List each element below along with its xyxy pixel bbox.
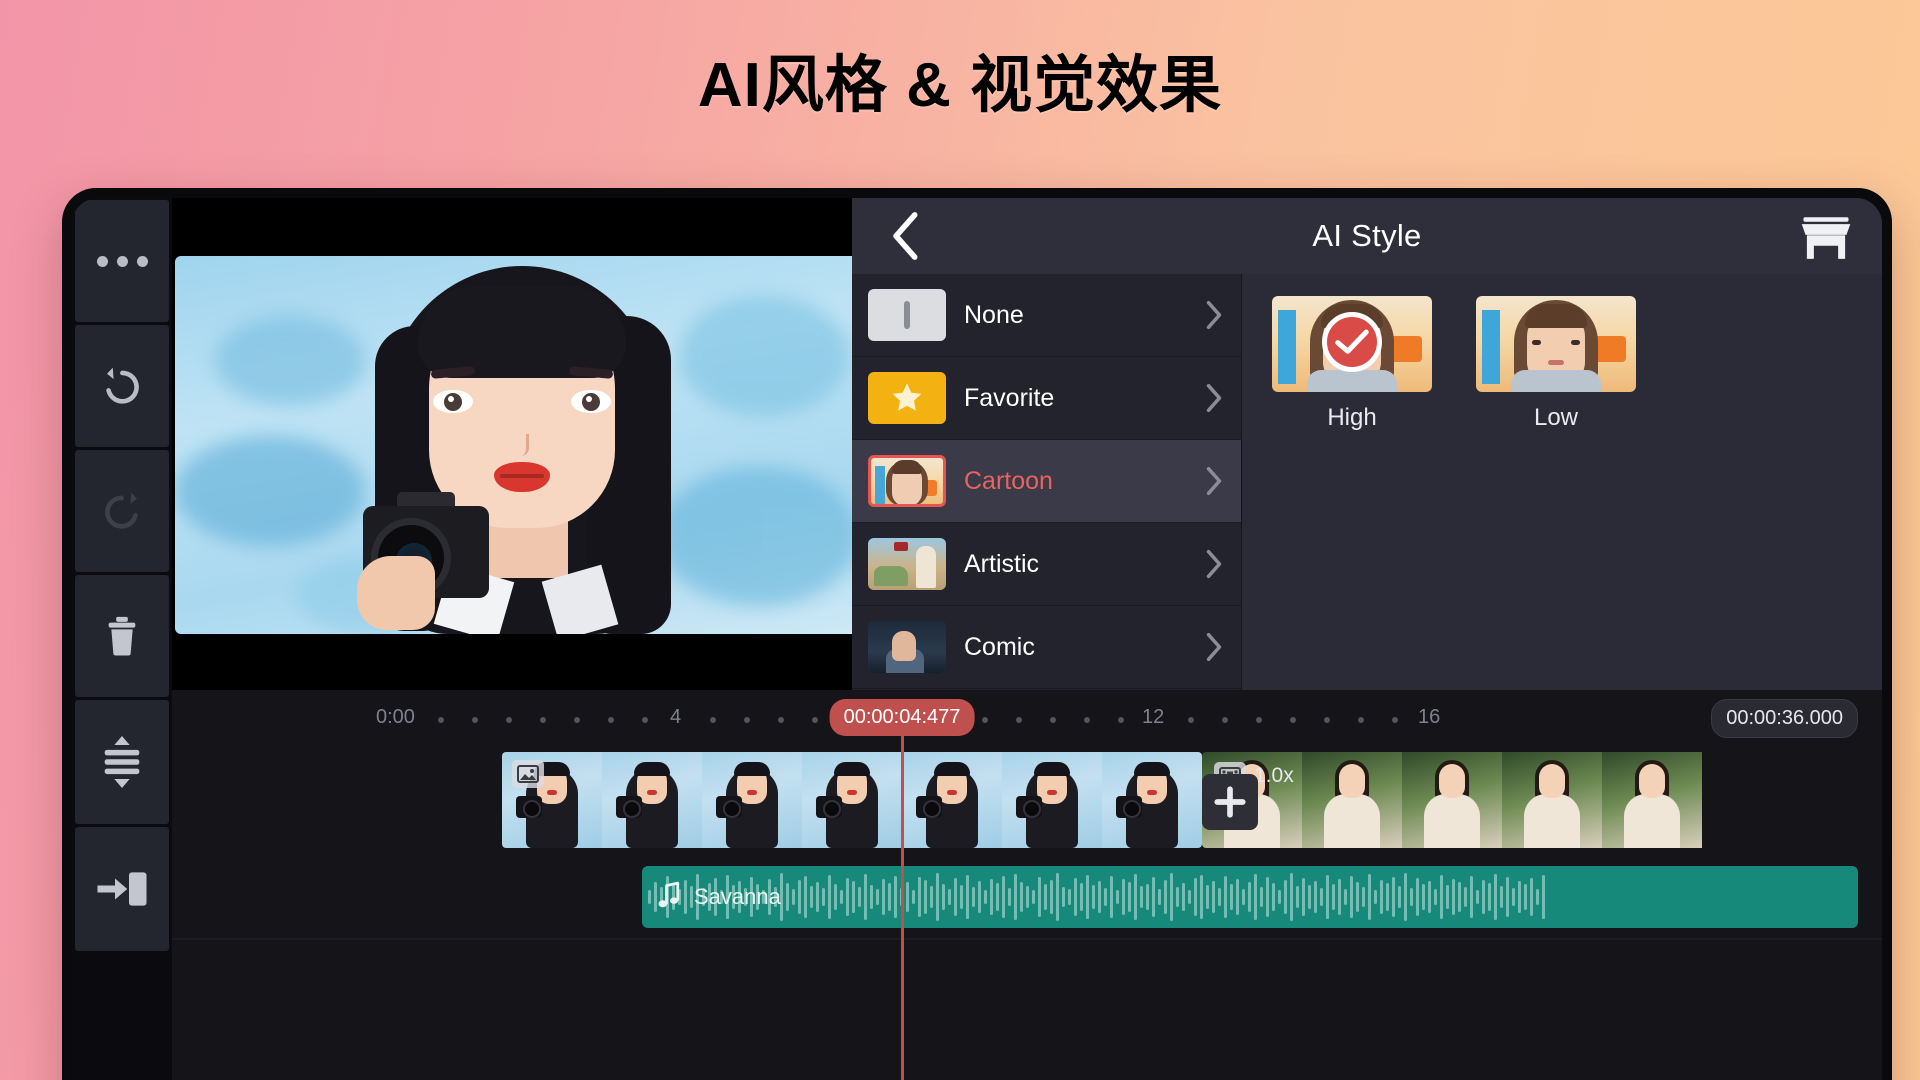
preset-low[interactable]: Low [1476, 296, 1636, 432]
preset-thumbnail[interactable] [1272, 296, 1432, 392]
insert-clip-button[interactable] [75, 827, 169, 951]
preset-label: High [1327, 404, 1377, 431]
ruler-label-12: 12 [1142, 706, 1165, 728]
panel-header: AI Style [852, 198, 1882, 274]
preset-label: Low [1533, 404, 1579, 431]
style-row-cartoon[interactable]: Cartoon [852, 440, 1241, 523]
video-preview[interactable] [172, 198, 872, 690]
video-track[interactable]: 1.0x [502, 752, 1882, 848]
undo-button[interactable] [75, 325, 169, 447]
speed-value: 1.0x [1254, 764, 1294, 787]
image-icon [512, 760, 544, 788]
audio-track-name: Savanna [694, 884, 781, 909]
transition-button[interactable] [1202, 774, 1258, 830]
undo-icon [106, 367, 139, 404]
music-note-icon [656, 880, 682, 915]
timeline-ruler[interactable]: 0:00 4 12 16 00:00:04:477 00:00:36.000 [172, 690, 1882, 746]
style-label: Cartoon [964, 466, 1053, 495]
style-label: Artistic [964, 549, 1039, 578]
cartoon-thumb [868, 455, 946, 507]
app-screen: AI Style None Favorite Cartoon Artistic … [72, 198, 1882, 1080]
style-row-artistic[interactable]: Artistic [852, 523, 1241, 606]
preset-thumbnail[interactable] [1476, 296, 1636, 392]
panel-body: None Favorite Cartoon Artistic Comic Hig… [852, 274, 1882, 690]
chevron-right-icon [1206, 549, 1222, 579]
ruler-label-4: 4 [670, 706, 682, 728]
preset-high[interactable]: High [1272, 296, 1432, 432]
video-clip-1[interactable] [502, 752, 1202, 848]
reorder-layers-icon [104, 736, 140, 788]
panel-title: AI Style [1312, 218, 1422, 253]
ai-style-panel: AI Style None Favorite Cartoon Artistic … [852, 198, 1882, 690]
delete-button[interactable] [75, 575, 169, 697]
total-duration-chip: 00:00:36.000 [1711, 699, 1858, 738]
audio-track[interactable]: Savanna [642, 866, 1858, 928]
store-button[interactable] [1796, 212, 1856, 264]
left-toolbar [72, 198, 172, 1080]
promo-title: AI风格 & 视觉效果 [697, 51, 1223, 120]
ruler-label-16: 16 [1418, 706, 1441, 728]
favorite-thumb [868, 372, 946, 424]
tablet-device: AI Style None Favorite Cartoon Artistic … [62, 188, 1892, 1080]
style-label: None [964, 300, 1024, 329]
redo-icon [105, 492, 138, 529]
more-options-icon [96, 255, 148, 267]
chevron-right-icon [1206, 383, 1222, 413]
ruler-label-start: 0:00 [376, 706, 415, 728]
preview-subject [357, 256, 687, 634]
comic-thumb [868, 621, 946, 673]
artistic-thumb [868, 538, 946, 590]
video-clip-2[interactable]: 1.0x [1202, 752, 1882, 848]
style-preset-grid: High Low [1242, 274, 1882, 690]
style-label: Favorite [964, 383, 1055, 412]
preview-frame [175, 256, 869, 634]
more-options-button[interactable] [75, 200, 169, 322]
timeline-divider [172, 938, 1882, 940]
store-icon [1801, 217, 1851, 259]
style-row-none[interactable]: None [852, 274, 1241, 357]
chevron-right-icon [1206, 466, 1222, 496]
style-row-favorite[interactable]: Favorite [852, 357, 1241, 440]
playhead-time-chip[interactable]: 00:00:04:477 [829, 699, 975, 736]
timeline[interactable]: 0:00 4 12 16 00:00:04:477 00:00:36.000 1… [172, 690, 1882, 1080]
style-label: Comic [964, 632, 1035, 661]
reorder-layers-button[interactable] [75, 700, 169, 824]
audio-waveform [642, 866, 1858, 928]
chevron-right-icon [1206, 300, 1222, 330]
style-row-comic[interactable]: Comic [852, 606, 1241, 689]
style-category-list: None Favorite Cartoon Artistic Comic [852, 274, 1242, 690]
none-thumb-icon [868, 289, 946, 341]
chevron-right-icon [1206, 632, 1222, 662]
delete-icon [108, 616, 136, 656]
star-icon [892, 383, 922, 411]
redo-button[interactable] [75, 450, 169, 572]
plus-icon [1214, 786, 1246, 818]
insert-clip-icon [97, 872, 147, 906]
check-circle-icon [1322, 312, 1382, 373]
screenshot-root: AI风格 & 视觉效果 AI Style None Favorite Carto… [0, 0, 1920, 1080]
playhead-line[interactable] [901, 736, 904, 1080]
